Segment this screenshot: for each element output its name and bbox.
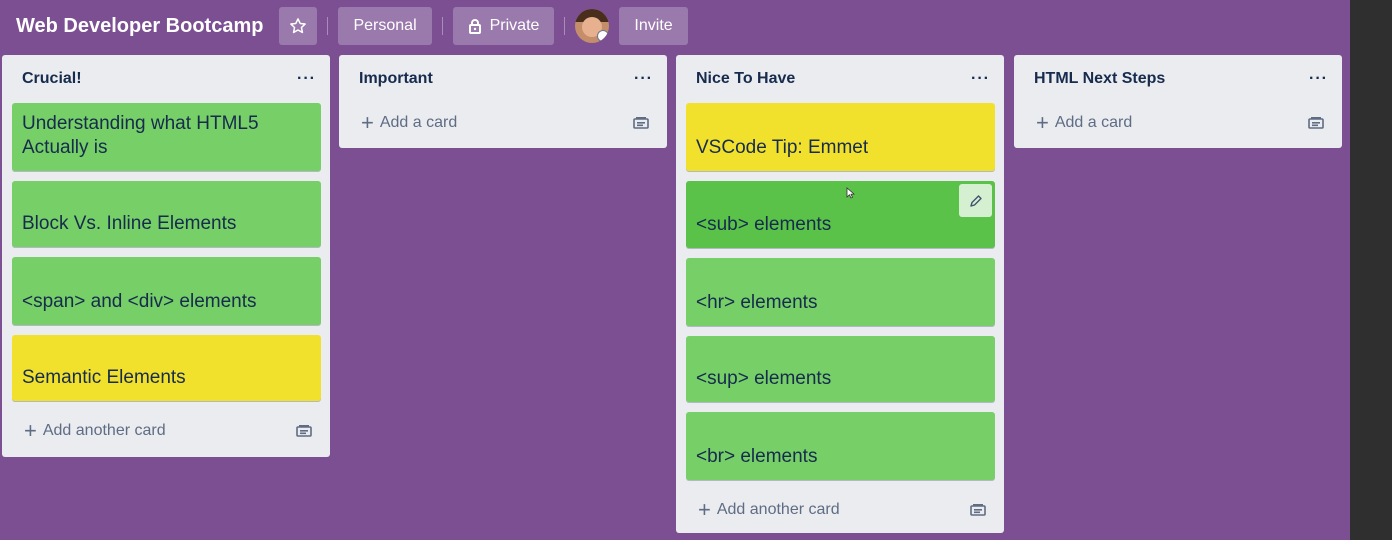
list-important: Important ··· + Add a card xyxy=(339,55,667,148)
list-title[interactable]: Crucial! xyxy=(22,70,82,88)
ellipsis-icon[interactable]: ··· xyxy=(297,70,316,88)
card-title: <br> elements xyxy=(696,446,818,467)
card-template-icon[interactable] xyxy=(1308,116,1324,130)
card[interactable]: Block Vs. Inline Elements xyxy=(12,181,321,247)
plus-icon: + xyxy=(24,418,37,443)
pencil-icon xyxy=(969,194,982,207)
list-crucial: Crucial! ··· Understanding what HTML5 Ac… xyxy=(2,55,330,457)
add-card-label: Add a card xyxy=(1054,114,1133,131)
card[interactable]: <sup> elements xyxy=(686,336,995,402)
add-card-button[interactable]: + Add another card xyxy=(676,490,1004,530)
lock-icon xyxy=(468,19,481,34)
card-title: <sup> elements xyxy=(696,368,832,389)
header-divider xyxy=(327,17,329,35)
side-panel-strip xyxy=(1350,0,1392,540)
card[interactable]: <hr> elements xyxy=(686,258,995,326)
list-title[interactable]: Important xyxy=(359,70,433,88)
card-title: Block Vs. Inline Elements xyxy=(22,213,237,234)
header-divider xyxy=(564,17,566,35)
list-header: Important ··· xyxy=(339,55,667,103)
list-title[interactable]: Nice To Have xyxy=(696,70,795,88)
plus-icon: + xyxy=(1036,110,1049,135)
invite-button[interactable]: Invite xyxy=(619,7,688,45)
list-title[interactable]: HTML Next Steps xyxy=(1034,70,1165,88)
ellipsis-icon[interactable]: ··· xyxy=(971,70,990,88)
card[interactable]: <sub> elements xyxy=(686,181,995,248)
add-card-button[interactable]: + Add a card xyxy=(339,103,667,143)
card-title: Understanding what HTML5 Actually is xyxy=(22,113,259,158)
card-list: VSCode Tip: Emmet <sub> elements <hr> el… xyxy=(676,103,1004,480)
list-header: Crucial! ··· xyxy=(2,55,330,103)
list-header: HTML Next Steps ··· xyxy=(1014,55,1342,103)
privacy-button[interactable]: Private xyxy=(452,7,555,45)
add-card-button[interactable]: + Add another card xyxy=(2,411,330,451)
edit-card-button[interactable] xyxy=(959,184,992,217)
card-title: <sub> elements xyxy=(696,214,832,235)
card[interactable]: Semantic Elements xyxy=(12,335,321,401)
card-template-icon[interactable] xyxy=(633,116,649,130)
ellipsis-icon[interactable]: ··· xyxy=(1309,70,1328,88)
board-title[interactable]: Web Developer Bootcamp xyxy=(16,15,263,38)
card-template-icon[interactable] xyxy=(970,503,986,517)
card-template-icon[interactable] xyxy=(296,424,312,438)
privacy-label: Private xyxy=(489,17,540,34)
card[interactable]: VSCode Tip: Emmet xyxy=(686,103,995,171)
add-card-label: Add a card xyxy=(379,114,458,131)
list-html-next-steps: HTML Next Steps ··· + Add a card xyxy=(1014,55,1342,148)
list-nice-to-have: Nice To Have ··· VSCode Tip: Emmet <sub>… xyxy=(676,55,1004,533)
plus-icon: + xyxy=(698,497,711,522)
board-header: Web Developer Bootcamp Personal Private … xyxy=(0,0,1350,52)
card[interactable]: Understanding what HTML5 Actually is xyxy=(12,103,321,171)
list-header: Nice To Have ··· xyxy=(676,55,1004,103)
card-title: Semantic Elements xyxy=(22,367,186,388)
ellipsis-icon[interactable]: ··· xyxy=(634,70,653,88)
card-list: Understanding what HTML5 Actually is Blo… xyxy=(2,103,330,401)
add-card-button[interactable]: + Add a card xyxy=(1014,103,1342,143)
header-divider xyxy=(441,17,443,35)
team-visibility-button[interactable]: Personal xyxy=(338,7,432,45)
mouse-cursor-icon xyxy=(846,187,856,199)
plus-icon: + xyxy=(361,110,374,135)
star-board-button[interactable] xyxy=(279,7,318,45)
add-card-label: Add another card xyxy=(42,422,166,439)
card[interactable]: <span> and <div> elements xyxy=(12,257,321,325)
card-title: VSCode Tip: Emmet xyxy=(696,137,869,158)
star-icon xyxy=(290,18,307,34)
member-avatar[interactable] xyxy=(575,9,610,43)
admin-badge-icon xyxy=(597,30,610,42)
card[interactable]: <br> elements xyxy=(686,412,995,480)
add-card-label: Add another card xyxy=(716,501,840,518)
card-title: <span> and <div> elements xyxy=(22,291,257,312)
card-title: <hr> elements xyxy=(696,292,818,313)
